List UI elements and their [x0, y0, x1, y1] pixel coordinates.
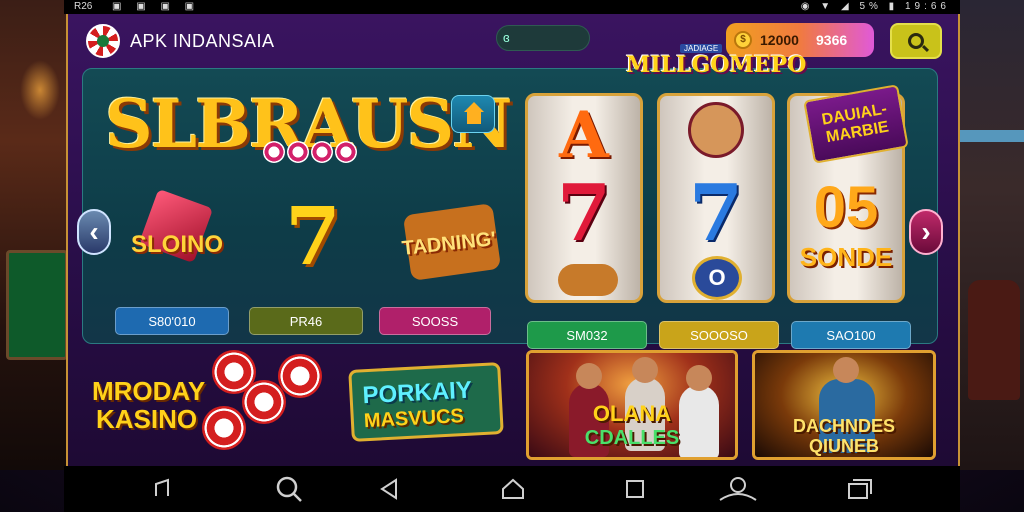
search-icon [908, 33, 924, 49]
reel-symbol-seven: 7 [688, 168, 744, 259]
chair-image [968, 280, 1020, 400]
character-face-icon [688, 102, 744, 158]
navigation-bar [64, 466, 960, 512]
promo-porkaly[interactable]: PORKAIY MASVUCS [348, 362, 504, 442]
search-pill-icon: ɞ [503, 30, 510, 45]
slot-reel-2: 7 O [657, 93, 775, 303]
screen: R26 ▣ ▣ ▣ ▣ ◉ ▼ ◢ 5% ▮ 19:66 APK INDANSA… [0, 0, 1024, 512]
game-tile-seven[interactable]: 7 [253, 189, 373, 319]
promo-row: MRODAY KASINO PORKAIY MASVUCS OLANA CDAL… [82, 350, 942, 466]
battery-percent: 5% [859, 1, 882, 12]
search-icon[interactable] [274, 474, 304, 504]
slot-chip-1[interactable]: SM032 [527, 321, 647, 349]
chevron-right-icon: › [921, 216, 931, 247]
reel-label: SONDE [799, 242, 893, 272]
casino-backdrop-left [0, 0, 72, 470]
coin-icon: $ [734, 31, 752, 49]
app-logo-icon[interactable] [86, 24, 120, 58]
back-hook-icon[interactable] [148, 474, 178, 504]
chevron-left-icon: ‹ [89, 216, 99, 247]
reel-symbol-seven: 7 [556, 168, 612, 259]
carousel-prev-button[interactable]: ‹ [77, 209, 111, 255]
wifi-icon: ◉ ▼ ◢ [800, 1, 853, 12]
windows-icon[interactable] [844, 474, 874, 504]
app-title: APK INDANSAIA [130, 31, 275, 51]
battery-icon: ▮ [888, 1, 899, 12]
card-title-line2: QIUNEB [808, 436, 879, 456]
promo-title-line2: KASINO [96, 404, 198, 434]
search-button[interactable] [890, 23, 942, 59]
status-clock: 19:66 [904, 1, 950, 12]
back-icon[interactable] [374, 474, 404, 504]
status-bar: R26 ▣ ▣ ▣ ▣ ◉ ▼ ◢ 5% ▮ 19:66 [64, 0, 960, 14]
casino-app: APK INDANSAIA ɞ $ 12000 9366 SLBRAUSN ‹ [66, 14, 960, 466]
reel-value: 05 [813, 175, 879, 240]
status-time: R26 [74, 1, 93, 12]
swirl-icon [558, 264, 618, 296]
game-chip-3[interactable]: SOOSS [379, 307, 491, 335]
home-button[interactable] [451, 95, 495, 133]
brand-chips-decoration [263, 141, 363, 163]
card-title-line1: DACHNDES [792, 416, 895, 436]
lucky-seven-icon: 7 [285, 189, 341, 283]
top-bar: APK INDANSAIA ɞ $ 12000 9366 [68, 14, 958, 66]
recents-icon[interactable] [620, 474, 650, 504]
slot-chip-3[interactable]: SAO100 [791, 321, 911, 349]
promo-mroday-kasino[interactable]: MRODAY KASINO [82, 350, 322, 460]
balance-bonus: 9366 [816, 32, 848, 48]
assistant-icon[interactable] [714, 474, 762, 504]
roulette-table-image [6, 250, 68, 360]
promo-card-dachndes[interactable]: DACHNDES QIUNEB [752, 350, 936, 460]
reel-token: O [692, 256, 742, 300]
slot-reel-1: A 7 [525, 93, 643, 303]
notification-icons: ▣ ▣ ▣ ▣ [112, 1, 201, 12]
game-chip-2[interactable]: PR46 [249, 307, 363, 335]
carousel-next-button[interactable]: › [909, 209, 943, 255]
promo-title-line1: MRODAY [92, 376, 206, 406]
game-tile-sloino[interactable]: SLOINO [117, 188, 237, 319]
status-right: ◉ ▼ ◢ 5% ▮ 19:66 [801, 1, 950, 12]
game-chip-1[interactable]: S80'010 [115, 307, 229, 335]
casino-backdrop-right [960, 0, 1024, 470]
game-tile-tadning[interactable]: TADNING' [389, 189, 509, 319]
search-input[interactable]: ɞ [496, 25, 590, 51]
card-title-line1: OLANA [592, 401, 672, 426]
promo-card-olana[interactable]: OLANA CDALLES [526, 350, 738, 460]
balance-amount: 12000 [760, 32, 799, 48]
game-tiles: SLOINO 7 TADNING' [117, 188, 513, 319]
game-label: SLOINO [130, 231, 223, 258]
slot-chip-2[interactable]: SOOOSO [659, 321, 779, 349]
reel-symbol-a: A [559, 98, 609, 173]
card-title-line2: CDALLES [584, 427, 680, 449]
millgomepo-banner: MILLGOMEPO [626, 52, 807, 78]
home-icon[interactable] [498, 474, 528, 504]
promo-title-line2: MASVUCS [363, 405, 465, 433]
